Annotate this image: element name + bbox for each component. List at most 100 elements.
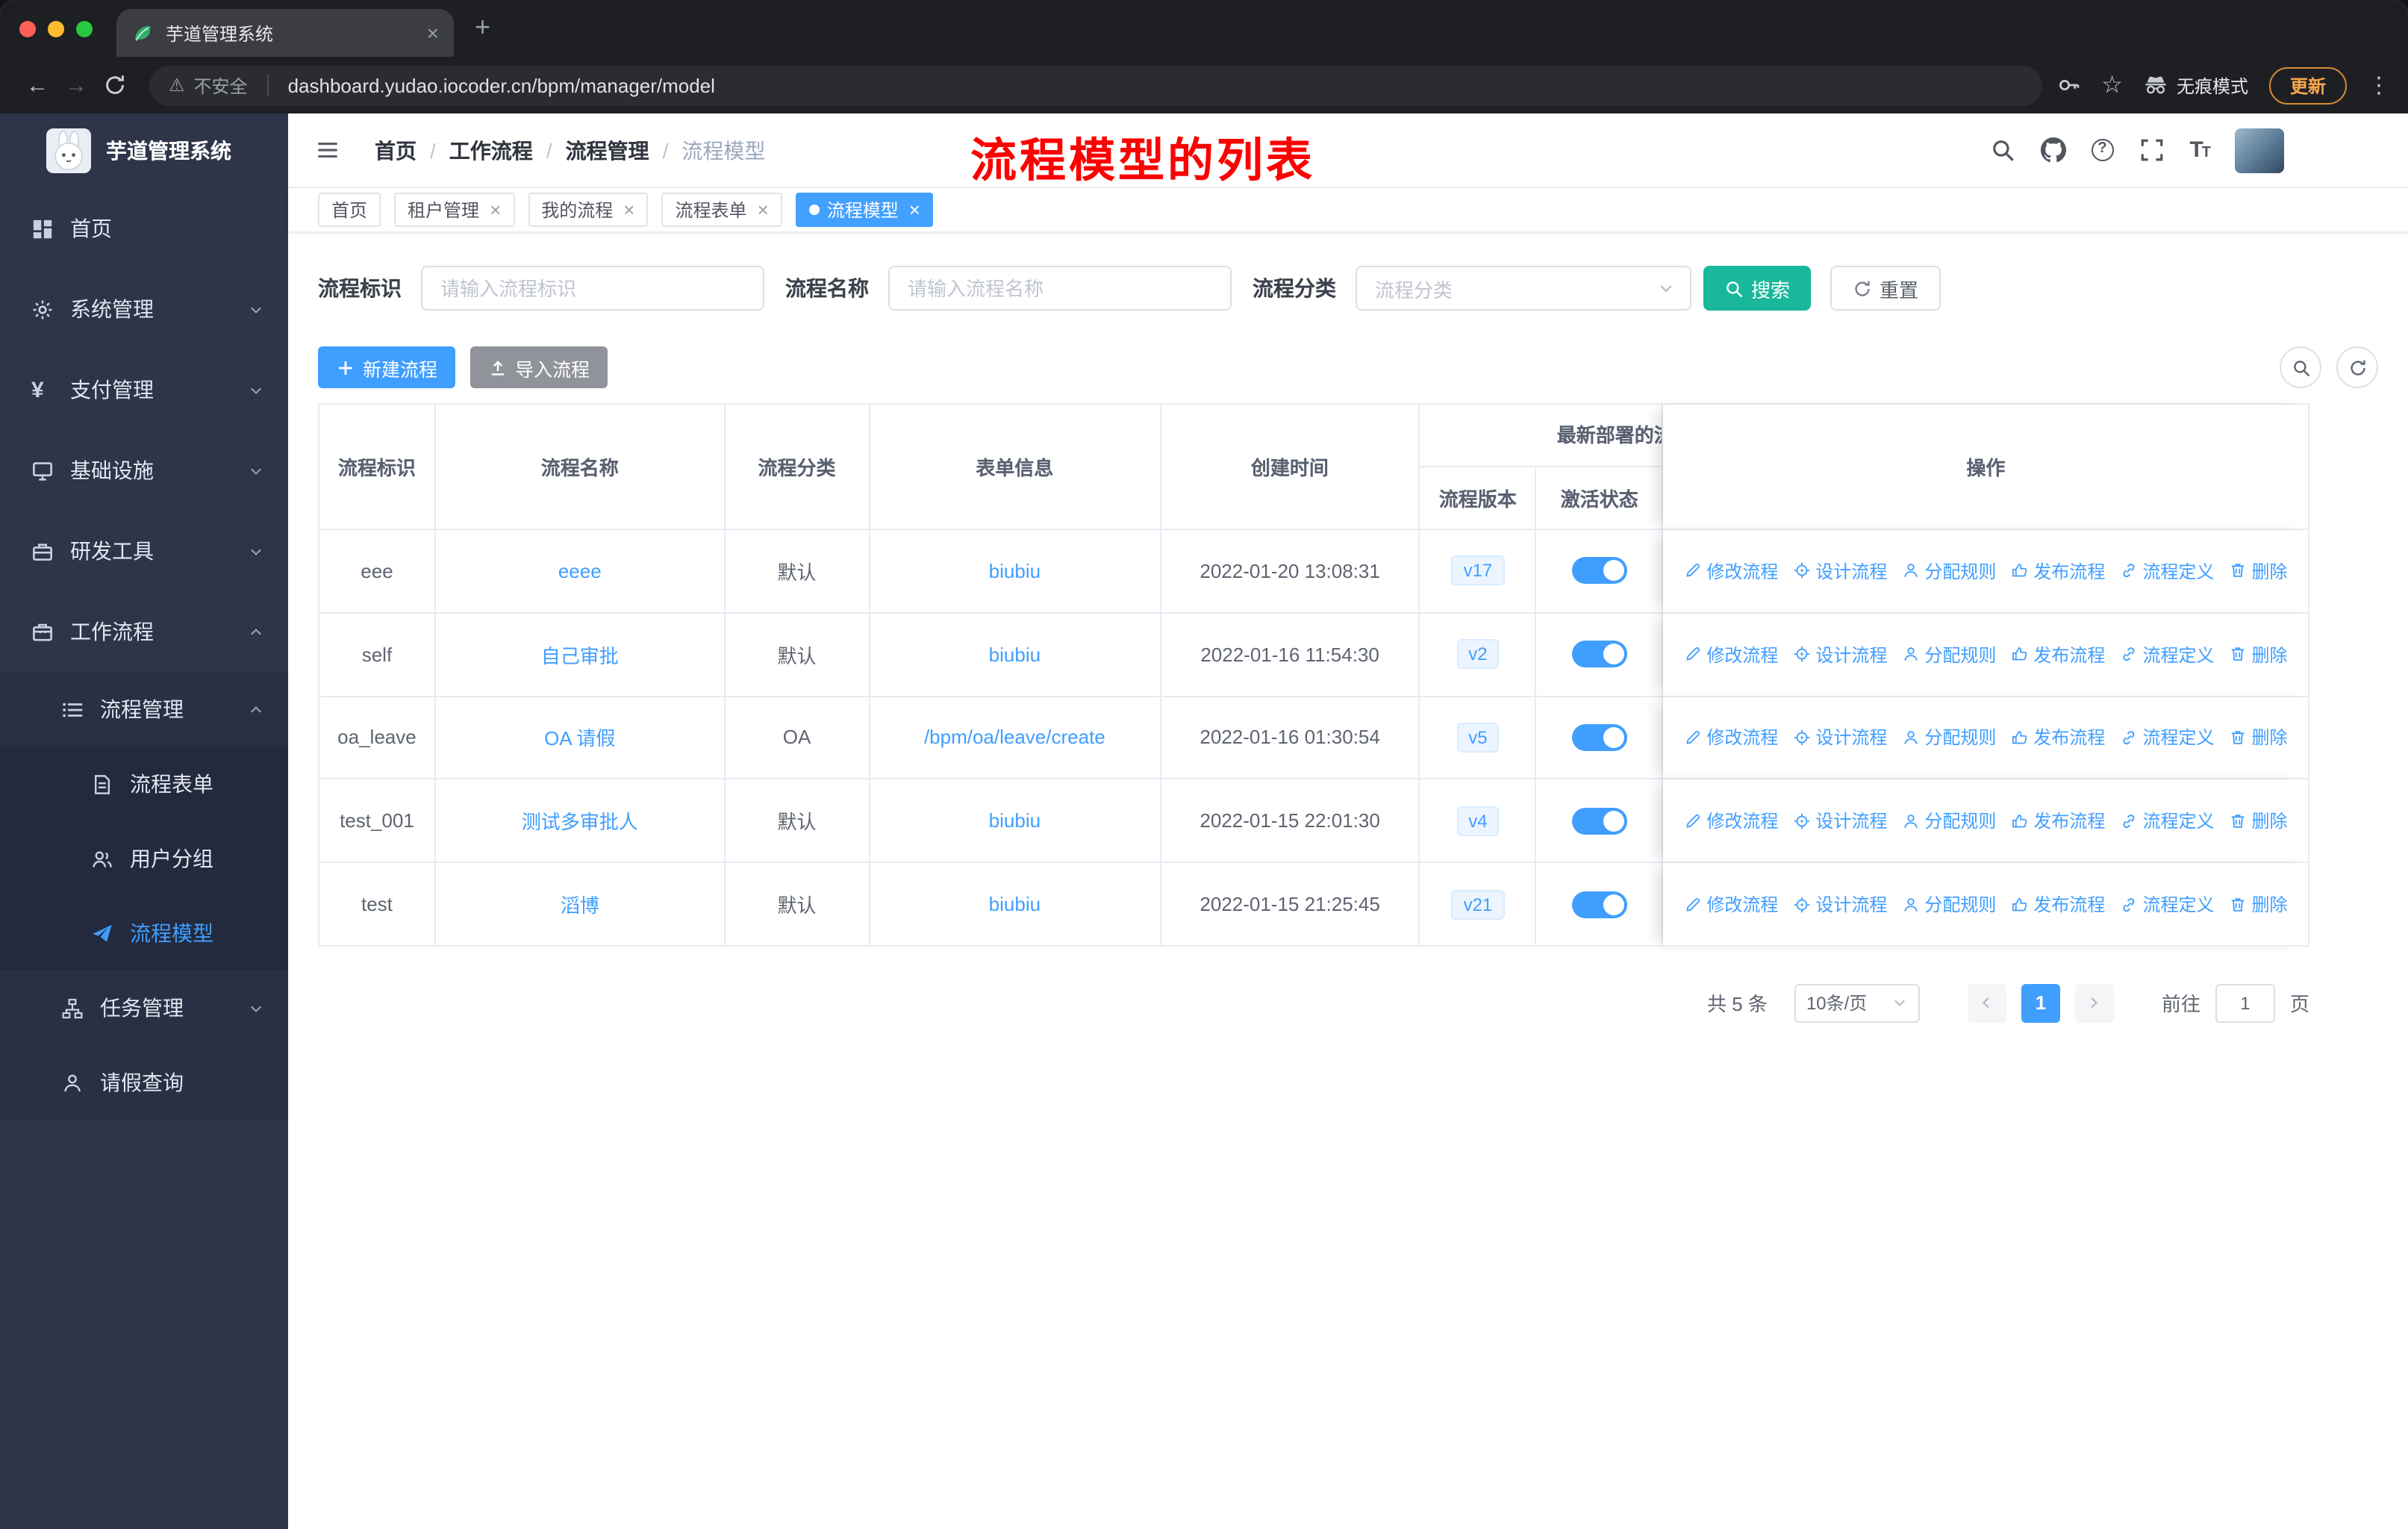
reset-button[interactable]: 重置 (1830, 266, 1941, 311)
import-process-button[interactable]: 导入流程 (470, 346, 608, 388)
tab-3[interactable]: 流程表单 × (661, 193, 782, 227)
bookmark-star-icon[interactable]: ☆ (2101, 70, 2123, 100)
font-size-icon[interactable]: TT (2189, 137, 2211, 163)
active-toggle[interactable] (1571, 723, 1627, 751)
form-info-link[interactable]: biubiu (989, 893, 1041, 915)
update-button[interactable]: 更新 (2268, 66, 2347, 104)
row-action-delete[interactable]: 删除 (2229, 558, 2288, 584)
new-tab-button[interactable]: + (475, 12, 490, 43)
process-name-link[interactable]: 滔博 (561, 890, 599, 918)
security-label[interactable]: 不安全 (194, 72, 248, 98)
row-action-definition[interactable]: 流程定义 (2120, 809, 2214, 834)
address-bar[interactable]: ⚠ 不安全 dashboard.yudao.iocoder.cn/bpm/man… (149, 65, 2042, 105)
row-action-assign[interactable]: 分配规则 (1902, 725, 1996, 750)
row-action-publish[interactable]: 发布流程 (2011, 725, 2105, 750)
breadcrumb-item[interactable]: 流程管理 (566, 135, 649, 165)
row-action-delete[interactable]: 删除 (2229, 725, 2288, 750)
url-text[interactable]: dashboard.yudao.iocoder.cn/bpm/manager/m… (288, 74, 715, 96)
breadcrumb-item[interactable]: 首页 (375, 135, 417, 165)
row-action-definition[interactable]: 流程定义 (2120, 891, 2214, 917)
row-action-aim[interactable]: 设计流程 (1793, 641, 1887, 667)
process-name-link[interactable]: 测试多审批人 (522, 807, 638, 835)
row-action-edit[interactable]: 修改流程 (1684, 558, 1778, 584)
sidebar-item-2[interactable]: ¥ 支付管理 (0, 349, 288, 430)
process-name-input[interactable] (888, 266, 1232, 311)
sidebar-item-4[interactable]: 研发工具 (0, 511, 288, 591)
row-action-assign[interactable]: 分配规则 (1902, 641, 1996, 667)
close-tab-icon[interactable]: × (427, 22, 439, 43)
help-icon[interactable]: ? (2091, 139, 2114, 161)
close-tab-icon[interactable]: × (490, 200, 501, 219)
row-action-assign[interactable]: 分配规则 (1902, 891, 1996, 917)
form-info-link[interactable]: biubiu (989, 810, 1041, 832)
row-action-assign[interactable]: 分配规则 (1902, 809, 1996, 834)
process-name-link[interactable]: 自己审批 (541, 640, 619, 668)
breadcrumb-item[interactable]: 工作流程 (449, 135, 533, 165)
row-action-publish[interactable]: 发布流程 (2011, 641, 2105, 667)
refresh-table-button[interactable] (2336, 346, 2378, 388)
row-action-definition[interactable]: 流程定义 (2120, 641, 2214, 667)
sidebar-item-0[interactable]: 首页 (0, 188, 288, 269)
search-button[interactable]: 搜索 (1703, 266, 1812, 311)
row-action-publish[interactable]: 发布流程 (2011, 891, 2105, 917)
row-action-edit[interactable]: 修改流程 (1684, 725, 1778, 750)
search-icon[interactable] (1989, 137, 2015, 163)
minimize-window-button[interactable] (48, 21, 64, 37)
browser-tab[interactable]: 芋道管理系统 × (116, 9, 454, 57)
toggle-search-button[interactable] (2280, 346, 2321, 388)
sidebar-item-6[interactable]: 流程管理 (0, 672, 288, 747)
close-tab-icon[interactable]: × (623, 200, 634, 219)
github-icon[interactable] (2040, 137, 2066, 163)
sidebar-item-8[interactable]: 用户分组 (0, 821, 288, 896)
tab-0[interactable]: 首页 (318, 193, 381, 227)
row-action-aim[interactable]: 设计流程 (1793, 558, 1887, 584)
sidebar-item-7[interactable]: 流程表单 (0, 747, 288, 821)
form-info-link[interactable]: /bpm/oa/leave/create (924, 726, 1105, 749)
forward-icon[interactable]: → (57, 72, 96, 98)
active-toggle[interactable] (1571, 807, 1627, 835)
sidebar-item-5[interactable]: 工作流程 (0, 591, 288, 672)
back-icon[interactable]: ← (18, 72, 57, 98)
sidebar-item-1[interactable]: 系统管理 (0, 269, 288, 349)
active-toggle[interactable] (1571, 641, 1627, 668)
row-action-delete[interactable]: 删除 (2229, 809, 2288, 834)
hamburger-icon[interactable] (314, 139, 342, 161)
row-action-aim[interactable]: 设计流程 (1793, 891, 1887, 917)
row-action-delete[interactable]: 删除 (2229, 891, 2288, 917)
reload-icon[interactable] (103, 73, 127, 97)
row-action-edit[interactable]: 修改流程 (1684, 809, 1778, 834)
row-action-aim[interactable]: 设计流程 (1793, 725, 1887, 750)
goto-page-input[interactable] (2215, 983, 2275, 1023)
close-tab-icon[interactable]: × (758, 200, 769, 219)
row-action-delete[interactable]: 删除 (2229, 641, 2288, 667)
row-action-aim[interactable]: 设计流程 (1793, 809, 1887, 834)
browser-menu-icon[interactable]: ⋮ (2368, 72, 2390, 99)
row-action-publish[interactable]: 发布流程 (2011, 558, 2105, 584)
create-process-button[interactable]: 新建流程 (318, 346, 456, 388)
close-tab-icon[interactable]: × (909, 200, 920, 219)
sidebar-item-11[interactable]: 请假查询 (0, 1045, 288, 1120)
sidebar-item-9[interactable]: 流程模型 (0, 896, 288, 971)
row-action-edit[interactable]: 修改流程 (1684, 641, 1778, 667)
next-page-button[interactable] (2074, 983, 2114, 1023)
sidebar-item-10[interactable]: 任务管理 (0, 971, 288, 1045)
category-select[interactable]: 流程分类 (1356, 266, 1691, 311)
password-key-icon[interactable] (2056, 73, 2080, 97)
active-toggle[interactable] (1571, 557, 1627, 585)
row-action-definition[interactable]: 流程定义 (2120, 558, 2214, 584)
close-window-button[interactable] (19, 21, 36, 37)
tab-1[interactable]: 租户管理 × (394, 193, 515, 227)
current-page-button[interactable]: 1 (2021, 983, 2060, 1023)
row-action-publish[interactable]: 发布流程 (2011, 809, 2105, 834)
row-action-assign[interactable]: 分配规则 (1902, 558, 1996, 584)
process-name-link[interactable]: eeee (558, 560, 602, 582)
maximize-window-button[interactable] (76, 21, 93, 37)
form-info-link[interactable]: biubiu (989, 643, 1041, 665)
form-info-link[interactable]: biubiu (989, 560, 1041, 582)
prev-page-button[interactable] (1967, 983, 2006, 1023)
sidebar-item-3[interactable]: 基础设施 (0, 430, 288, 511)
page-size-select[interactable]: 10条/页 (1794, 983, 1920, 1023)
tab-2[interactable]: 我的流程 × (528, 193, 649, 227)
row-action-edit[interactable]: 修改流程 (1684, 891, 1778, 917)
process-key-input[interactable] (421, 266, 764, 311)
